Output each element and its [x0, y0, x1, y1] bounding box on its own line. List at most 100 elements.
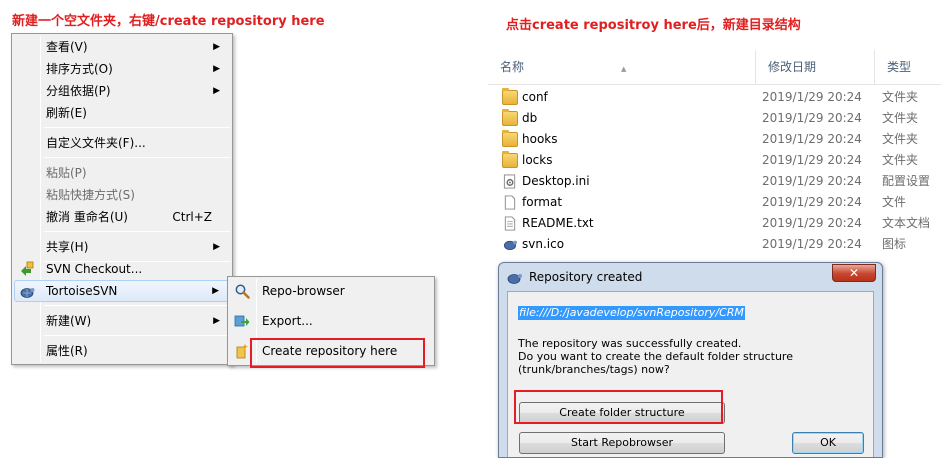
- menu-item-view[interactable]: 查看(V) ▶: [14, 36, 230, 58]
- menu-separator: [44, 335, 230, 336]
- menu-item-label: TortoiseSVN: [46, 284, 118, 298]
- file-name: hooks: [522, 132, 558, 146]
- file-date: 2019/1/29 20:24: [762, 111, 862, 125]
- submenu-arrow-icon: ▶: [213, 242, 220, 252]
- folder-icon: [502, 109, 518, 126]
- file-date: 2019/1/29 20:24: [762, 237, 862, 251]
- menu-separator: [44, 157, 230, 158]
- highlight-box-create-repository: [250, 338, 425, 368]
- menu-item-customize-folder[interactable]: 自定义文件夹(F)...: [14, 132, 230, 154]
- menu-item-share[interactable]: 共享(H) ▶: [14, 236, 230, 258]
- file-name: format: [522, 195, 563, 209]
- file-type: 文件: [882, 195, 907, 209]
- folder-icon: [502, 88, 518, 105]
- menu-item-paste-shortcut: 粘贴快捷方式(S): [14, 184, 230, 206]
- start-repobrowser-button[interactable]: Start Repobrowser: [519, 432, 725, 454]
- file-type: 文件夹: [882, 153, 919, 167]
- submenu-arrow-icon: ▶: [213, 86, 220, 96]
- file-date: 2019/1/29 20:24: [762, 174, 862, 188]
- close-button[interactable]: ✕: [832, 264, 876, 282]
- file-date: 2019/1/29 20:24: [762, 132, 862, 146]
- column-header-type[interactable]: 类型: [875, 50, 941, 84]
- menu-item-label: 分组依据(P): [46, 84, 111, 98]
- file-row[interactable]: db 2019/1/29 20:24 文件夹: [488, 108, 941, 129]
- file-name: Desktop.ini: [522, 174, 590, 188]
- file-date: 2019/1/29 20:24: [762, 90, 862, 104]
- folder-icon: [502, 151, 518, 168]
- ok-button[interactable]: OK: [792, 432, 864, 454]
- file-name: svn.ico: [522, 237, 565, 251]
- column-header-name[interactable]: 名称 ▲: [488, 50, 756, 84]
- menu-item-label: 粘贴(P): [46, 166, 87, 180]
- file-type: 文件夹: [882, 90, 919, 104]
- file-type: 配置设置: [882, 174, 931, 188]
- submenu-item-export[interactable]: Export...: [230, 310, 432, 332]
- file-name: conf: [522, 90, 548, 104]
- message-line: (trunk/branches/tags) now?: [518, 363, 670, 376]
- menu-separator: [44, 305, 230, 306]
- file-row[interactable]: hooks 2019/1/29 20:24 文件夹: [488, 129, 941, 150]
- dialog-message: The repository was successfully created.…: [518, 337, 848, 376]
- menu-item-label: 查看(V): [46, 40, 88, 54]
- file-row[interactable]: format 2019/1/29 20:24 文件: [488, 192, 941, 213]
- menu-item-label: 排序方式(O): [46, 62, 113, 76]
- dialog-title: Repository created: [529, 270, 643, 284]
- tortoisesvn-icon: [20, 288, 35, 298]
- menu-item-svn-checkout[interactable]: SVN Checkout...: [14, 258, 230, 280]
- submenu-arrow-icon: ▶: [213, 64, 220, 74]
- message-line: The repository was successfully created.: [518, 337, 742, 350]
- menu-item-new[interactable]: 新建(W) ▶: [14, 310, 230, 332]
- menu-item-label: Repo-browser: [262, 284, 345, 298]
- file-type: 图标: [882, 237, 907, 251]
- file-date: 2019/1/29 20:24: [762, 216, 862, 230]
- submenu-arrow-icon: ▶: [213, 316, 220, 326]
- menu-item-refresh[interactable]: 刷新(E): [14, 102, 230, 124]
- column-header-date[interactable]: 修改日期: [756, 50, 875, 84]
- file-date: 2019/1/29 20:24: [762, 195, 862, 209]
- menu-item-label: 属性(R): [46, 344, 88, 358]
- header-divider: [488, 84, 941, 85]
- file-row[interactable]: README.txt 2019/1/29 20:24 文本文档: [488, 213, 941, 234]
- text-file-icon: [504, 216, 516, 231]
- file-date: 2019/1/29 20:24: [762, 153, 862, 167]
- caption-left: 新建一个空文件夹，右键/create repository here: [12, 14, 325, 29]
- menu-separator: [44, 231, 230, 232]
- tortoisesvn-icon: [507, 274, 522, 284]
- file-name: locks: [522, 153, 553, 167]
- menu-item-label: 自定义文件夹(F)...: [46, 136, 146, 150]
- menu-item-undo-rename[interactable]: 撤消 重命名(U) Ctrl+Z: [14, 206, 230, 228]
- svn-checkout-icon: [21, 261, 34, 276]
- file-row[interactable]: Desktop.ini 2019/1/29 20:24 配置设置: [488, 171, 941, 192]
- repository-path[interactable]: file:///D:/javadevelop/svnRepository/CRM: [518, 306, 745, 320]
- file-icon: [504, 195, 516, 210]
- menu-item-label: 撤消 重命名(U): [46, 210, 128, 224]
- menu-item-label: 共享(H): [46, 240, 89, 254]
- repository-created-dialog: Repository created ✕ file:///D:/javadeve…: [498, 262, 883, 458]
- menu-item-properties[interactable]: 属性(R): [14, 340, 230, 362]
- file-name: db: [522, 111, 538, 125]
- menu-item-paste: 粘贴(P): [14, 162, 230, 184]
- menu-item-sort[interactable]: 排序方式(O) ▶: [14, 58, 230, 80]
- magnifier-icon: [235, 284, 250, 299]
- close-icon: ✕: [848, 266, 860, 280]
- file-type: 文件夹: [882, 111, 919, 125]
- message-line: Do you want to create the default folder…: [518, 350, 793, 363]
- sort-arrow-icon: ▲: [621, 65, 627, 73]
- submenu-item-repo-browser[interactable]: Repo-browser: [230, 280, 432, 302]
- dialog-body: file:///D:/javadevelop/svnRepository/CRM…: [507, 291, 874, 457]
- folder-icon: [502, 130, 518, 147]
- file-type: 文件夹: [882, 132, 919, 146]
- file-row[interactable]: svn.ico 2019/1/29 20:24 图标: [488, 234, 941, 255]
- file-name: README.txt: [522, 216, 594, 230]
- column-header-label: 修改日期: [768, 60, 817, 74]
- file-row[interactable]: conf 2019/1/29 20:24 文件夹: [488, 87, 941, 108]
- file-type: 文本文档: [882, 216, 931, 230]
- menu-item-tortoisesvn[interactable]: TortoiseSVN ▶: [14, 280, 230, 302]
- submenu-arrow-icon: ▶: [212, 286, 219, 296]
- create-repo-icon: [236, 344, 248, 359]
- menu-item-group[interactable]: 分组依据(P) ▶: [14, 80, 230, 102]
- file-explorer: 名称 ▲ 修改日期 类型 conf 2019/1/29 20:24 文件夹 db…: [488, 50, 941, 260]
- menu-item-label: Export...: [262, 314, 313, 328]
- caption-right: 点击create repositroy here后，新建目录结构: [506, 18, 801, 33]
- file-row[interactable]: locks 2019/1/29 20:24 文件夹: [488, 150, 941, 171]
